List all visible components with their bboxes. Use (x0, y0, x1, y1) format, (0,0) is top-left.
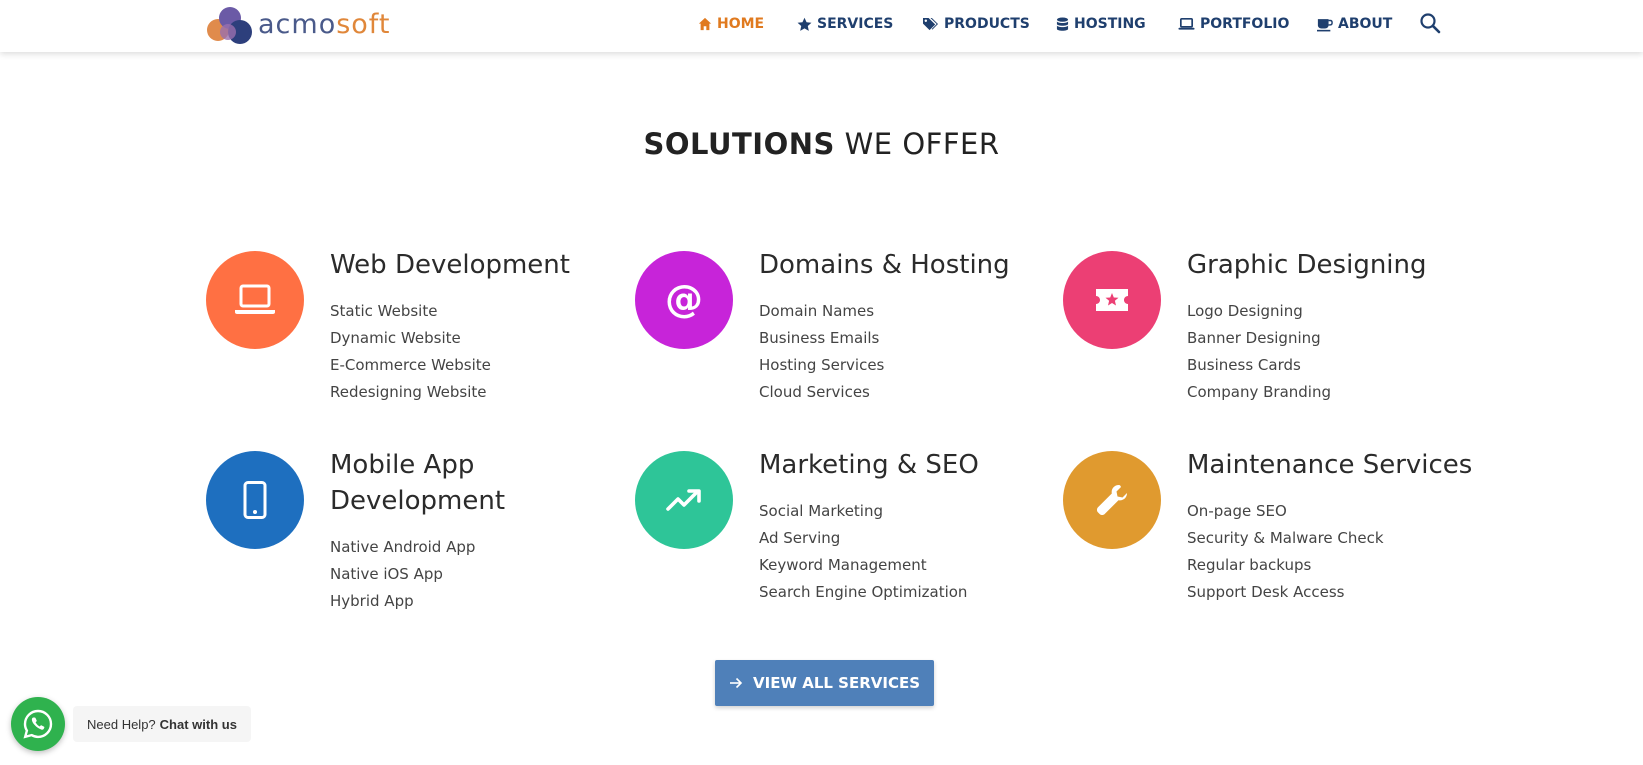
view-all-services-button[interactable]: VIEW ALL SERVICES (715, 660, 934, 706)
service-list-item: Native iOS App (330, 565, 443, 583)
coffee-icon (1317, 18, 1333, 31)
section-title-rest: WE OFFER (844, 127, 1000, 161)
service-icon-circle (206, 251, 304, 349)
service-title: Marketing & SEO (759, 450, 979, 480)
database-icon (1056, 17, 1069, 31)
service-list-item: Static Website (330, 302, 438, 320)
section-title-bold: SOLUTIONS (643, 127, 835, 161)
whatsapp-chat-button[interactable] (11, 697, 65, 751)
site-header: acmosoft HOME SERVICES PRODUCTS HOSTING … (0, 0, 1643, 52)
nav-home-label: HOME (717, 16, 765, 32)
service-list: Social Marketing Ad Serving Keyword Mana… (759, 498, 967, 606)
service-list-item: Dynamic Website (330, 329, 461, 347)
service-icon-circle (1063, 251, 1161, 349)
main-nav: HOME SERVICES PRODUCTS HOSTING PORTFOLIO… (0, 0, 1643, 48)
service-list: Native Android App Native iOS App Hybrid… (330, 534, 475, 615)
service-icon-circle (1063, 451, 1161, 549)
nav-services[interactable]: SERVICES (797, 14, 893, 34)
service-title: Domains & Hosting (759, 250, 1010, 280)
nav-hosting[interactable]: HOSTING (1056, 14, 1146, 34)
service-list-item: Business Emails (759, 329, 880, 347)
service-icon-circle (206, 451, 304, 549)
nav-about-label: ABOUT (1338, 16, 1393, 32)
search-icon (1420, 13, 1441, 34)
laptop-icon (235, 284, 275, 314)
service-list-item: Cloud Services (759, 383, 870, 401)
nav-products[interactable]: PRODUCTS (922, 14, 1030, 34)
whatsapp-icon (23, 709, 53, 739)
section-title: SOLUTIONS WE OFFER (0, 127, 1643, 161)
service-list-item: Redesigning Website (330, 383, 487, 401)
service-list: On-page SEO Security & Malware Check Reg… (1187, 498, 1384, 606)
service-list-item: Social Marketing (759, 502, 883, 520)
service-title: Web Development (330, 250, 570, 280)
view-all-services-label: VIEW ALL SERVICES (753, 674, 920, 692)
service-icon-circle: @ (635, 251, 733, 349)
at-sign-icon: @ (665, 280, 703, 320)
home-icon (698, 17, 712, 31)
service-title: Graphic Designing (1187, 250, 1427, 280)
service-list-item: Search Engine Optimization (759, 583, 968, 601)
service-list: Static Website Dynamic Website E-Commerc… (330, 298, 491, 406)
svg-text:@: @ (665, 280, 703, 320)
nav-home[interactable]: HOME (698, 14, 764, 34)
wrench-icon (1096, 485, 1127, 516)
laptop-icon (1178, 17, 1195, 30)
nav-about[interactable]: ABOUT (1317, 14, 1392, 34)
nav-portfolio-label: PORTFOLIO (1200, 16, 1290, 32)
chat-label[interactable]: Need Help? Chat with us (73, 706, 251, 742)
star-icon (797, 17, 812, 31)
service-icon-circle (635, 451, 733, 549)
service-list-item: Ad Serving (759, 529, 841, 547)
arrow-right-icon (730, 677, 743, 689)
chat-label-prefix: Need Help? (87, 716, 156, 732)
service-list-item: Company Branding (1187, 383, 1332, 401)
service-list-item: Domain Names (759, 302, 875, 320)
nav-products-label: PRODUCTS (944, 16, 1030, 32)
service-list-item: Hosting Services (759, 356, 885, 374)
service-list-item: E-Commerce Website (330, 356, 491, 374)
service-list-item: Security & Malware Check (1187, 529, 1384, 547)
nav-services-label: SERVICES (817, 16, 894, 32)
service-title: Maintenance Services (1187, 450, 1473, 480)
nav-hosting-label: HOSTING (1074, 16, 1146, 32)
service-list-item: Native Android App (330, 538, 476, 556)
service-list: Logo Designing Banner Designing Business… (1187, 298, 1331, 406)
service-list-item: Keyword Management (759, 556, 927, 574)
service-list: Domain Names Business Emails Hosting Ser… (759, 298, 884, 406)
service-list-item: Support Desk Access (1187, 583, 1345, 601)
service-title: Mobile App Development (330, 450, 506, 516)
service-list-item: Hybrid App (330, 592, 414, 610)
nav-portfolio[interactable]: PORTFOLIO (1178, 14, 1289, 34)
chat-label-bold: Chat with us (159, 716, 237, 732)
service-list-item: Regular backups (1187, 556, 1312, 574)
tags-icon (923, 17, 938, 30)
mobile-phone-icon (243, 481, 267, 519)
service-list-item: On-page SEO (1187, 502, 1287, 520)
search-button[interactable] (1419, 12, 1443, 36)
trending-up-icon (666, 489, 701, 511)
ticket-star-icon (1096, 289, 1128, 311)
service-list-item: Logo Designing (1187, 302, 1303, 320)
service-list-item: Business Cards (1187, 356, 1301, 374)
service-list-item: Banner Designing (1187, 329, 1321, 347)
